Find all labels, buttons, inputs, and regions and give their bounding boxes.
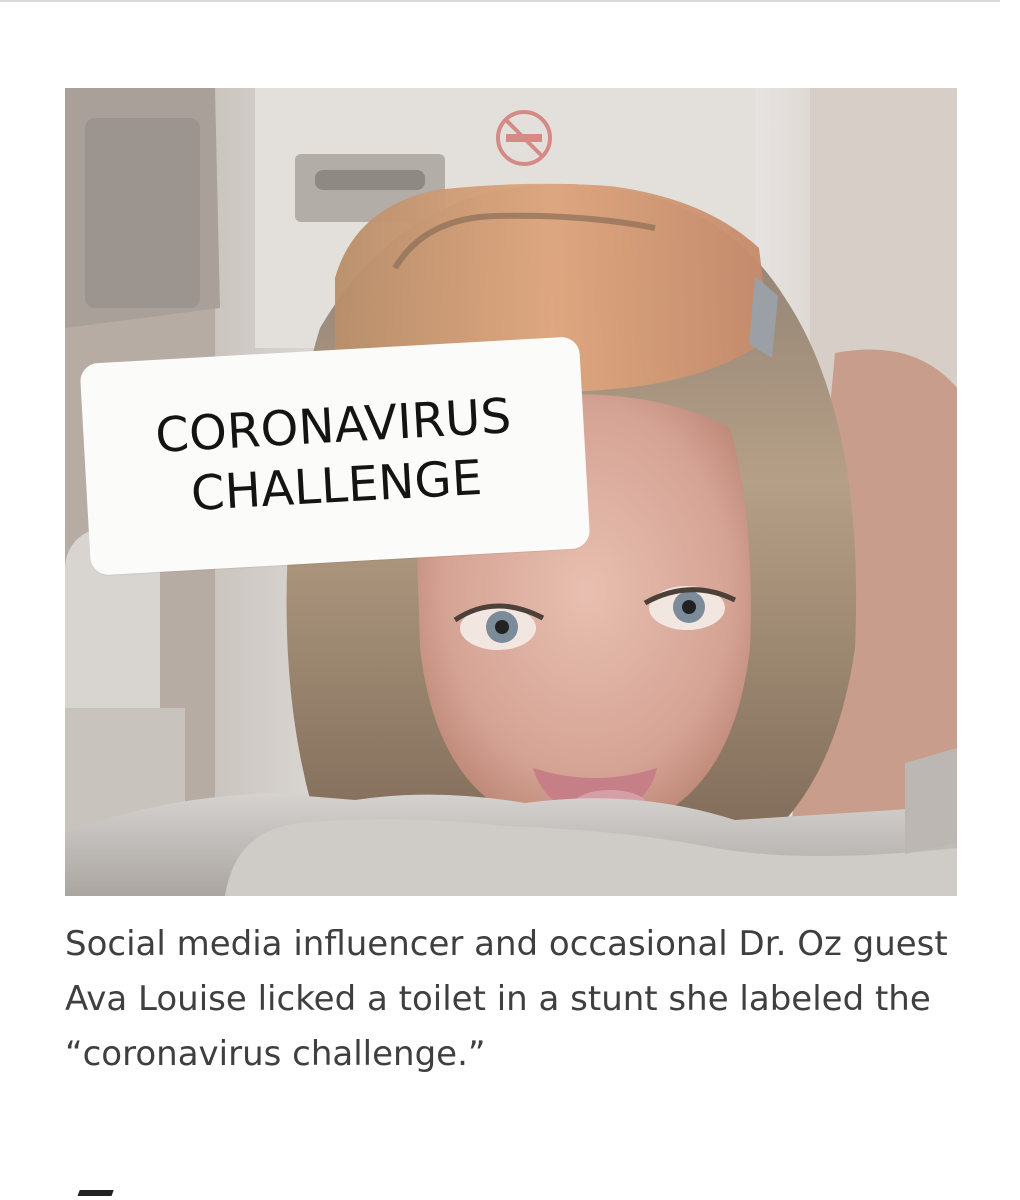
article-body: CORONAVIRUS CHALLENGE Social media influ… xyxy=(65,88,957,1082)
sticker-text: CORONAVIRUS CHALLENGE xyxy=(153,388,513,523)
top-divider xyxy=(0,0,1000,2)
challenge-sticker: CORONAVIRUS CHALLENGE xyxy=(79,336,591,576)
article-photo: CORONAVIRUS CHALLENGE xyxy=(65,88,957,896)
next-heading-clipped xyxy=(65,1170,965,1200)
heading-fragment xyxy=(65,1170,121,1200)
photo-caption: Social media influencer and occasional D… xyxy=(65,924,948,1074)
